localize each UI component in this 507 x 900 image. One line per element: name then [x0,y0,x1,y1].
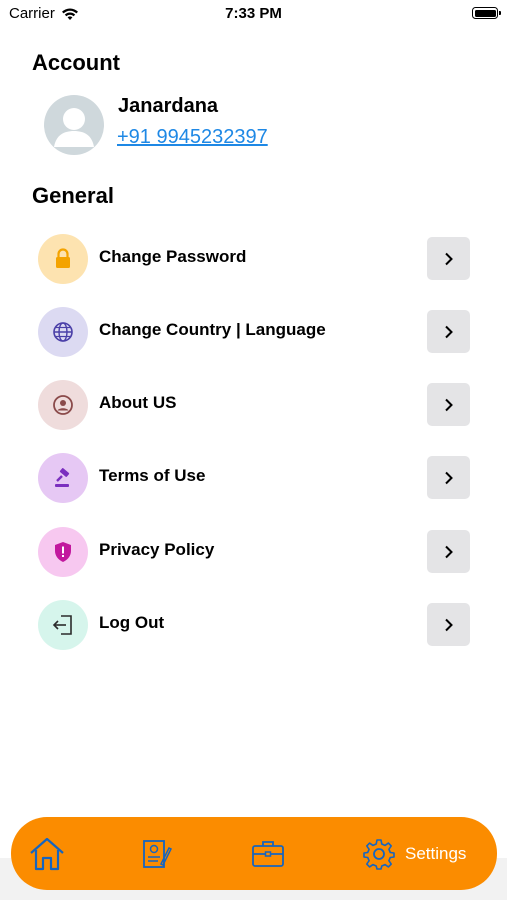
chevron-right-button[interactable] [427,603,470,646]
chevron-right-button[interactable] [427,456,470,499]
logout-icon [38,600,88,650]
user-name: Janardana [118,95,219,117]
menu-label: About US [99,393,177,412]
chevron-right-button[interactable] [427,237,470,280]
document-icon [143,839,173,868]
tab-home[interactable] [28,817,66,890]
menu-item-change-password[interactable]: Change Password [38,234,472,284]
status-bar: Carrier 7:33 PM [0,0,507,28]
menu-item-about-us[interactable]: About US [38,380,472,430]
chevron-right-icon [444,325,453,338]
chevron-right-icon [444,252,453,265]
shield-icon [38,527,88,577]
account-heading: Account [32,50,120,75]
general-heading: General [32,183,114,208]
menu-label: Privacy Policy [99,540,215,559]
tab-settings-label: Settings [405,843,467,863]
menu-item-change-country-language[interactable]: Change Country | Language [38,307,472,357]
menu-label: Terms of Use [99,466,206,485]
chevron-right-icon [444,545,453,558]
menu-item-log-out[interactable]: Log Out [38,600,472,650]
lock-icon [38,234,88,284]
gavel-icon [38,453,88,503]
menu-label: Change Password [99,247,247,266]
user-silhouette-icon [54,108,94,147]
user-circle-icon [38,380,88,430]
tab-bar: Settings [11,817,497,890]
tab-briefcase[interactable] [251,817,285,890]
tab-documents[interactable] [141,817,173,890]
chevron-right-icon [444,618,453,631]
chevron-right-button[interactable] [427,530,470,573]
user-phone-link[interactable]: +91 9945232397 [117,126,268,149]
home-icon [30,837,64,870]
battery-icon [472,7,501,19]
tab-settings[interactable]: Settings [363,817,466,890]
chevron-right-icon [444,398,453,411]
chevron-right-icon [444,471,453,484]
menu-item-terms-of-use[interactable]: Terms of Use [38,453,472,503]
gear-icon [363,838,395,870]
chevron-right-button[interactable] [427,310,470,353]
avatar[interactable] [44,95,104,155]
briefcase-icon [252,840,284,867]
menu-label: Log Out [99,613,165,632]
chevron-right-button[interactable] [427,383,470,426]
menu-item-privacy-policy[interactable]: Privacy Policy [38,527,472,577]
globe-icon [38,307,88,357]
clock: 7:33 PM [225,5,282,22]
menu-label: Change Country | Language [99,320,326,339]
